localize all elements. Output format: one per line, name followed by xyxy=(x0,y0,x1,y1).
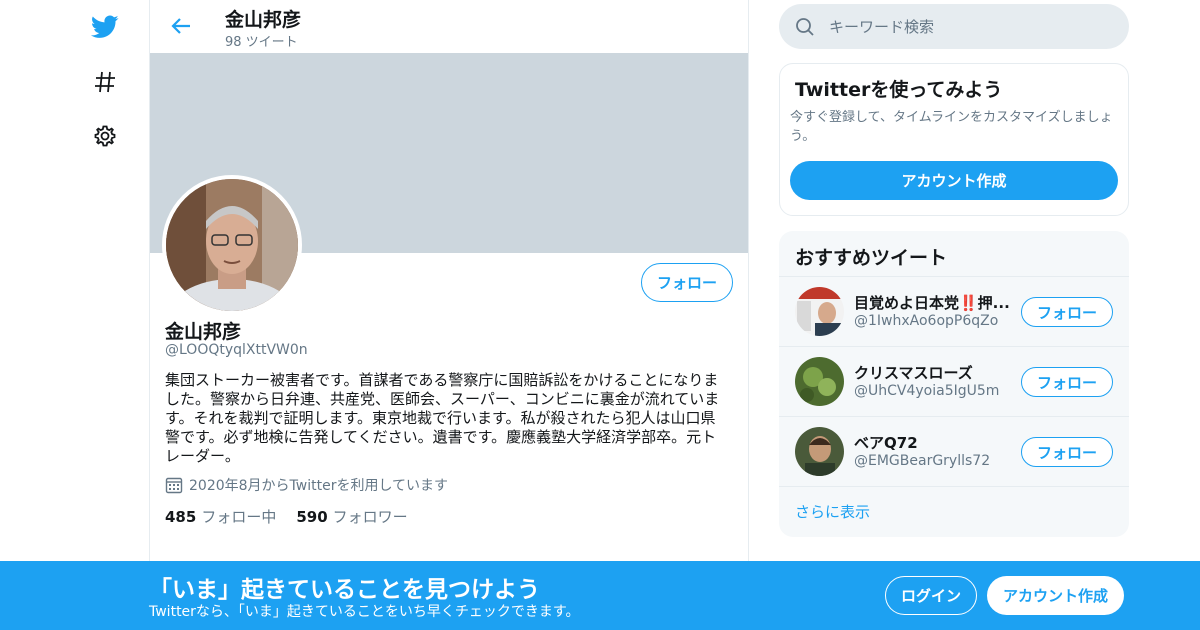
signup-card: Twitterを使ってみよう 今すぐ登録して、タイムラインをカスタマイズしましょ… xyxy=(779,63,1129,216)
signup-card-title: Twitterを使ってみよう xyxy=(795,79,1003,101)
back-arrow-icon[interactable] xyxy=(168,13,194,39)
bottom-bar-subtitle: Twitterなら、「いま」起きていることをいち早くチェックできます。 xyxy=(149,604,580,620)
calendar-icon xyxy=(165,476,183,494)
gear-icon[interactable] xyxy=(90,121,120,151)
follow-button[interactable]: フォロー xyxy=(641,263,733,302)
recommended-handle: @EMGBearGrylls72 xyxy=(854,453,991,469)
bottom-create-account-button[interactable]: アカウント作成 xyxy=(987,576,1124,615)
recommended-handle: @UhCV4yoia5IgU5m xyxy=(854,383,1000,399)
recommended-avatar[interactable] xyxy=(795,427,844,476)
recommended-follow-button[interactable]: フォロー xyxy=(1021,297,1113,327)
login-button[interactable]: ログイン xyxy=(885,576,977,615)
profile-column: 金山邦彦 98 ツイート フォロー 金山邦彦 @LOOQtyqlXttVW0n … xyxy=(149,0,749,630)
search-box[interactable] xyxy=(779,4,1129,49)
recommended-item[interactable]: ベアQ72 @EMGBearGrylls72 フォロー xyxy=(779,416,1129,486)
recommended-item[interactable]: クリスマスローズ @UhCV4yoia5IgU5m フォロー xyxy=(779,346,1129,416)
signup-card-description: 今すぐ登録して、タイムラインをカスタマイズしましょう。 xyxy=(790,110,1113,144)
hashtag-icon[interactable] xyxy=(90,67,120,97)
recommended-title: おすすめツイート xyxy=(795,247,948,269)
followers-label: フォロワー xyxy=(332,508,408,526)
profile-avatar[interactable] xyxy=(162,175,302,315)
recommended-item[interactable]: 目覚めよ日本党‼️押... @1IwhxAo6opP6qZo フォロー xyxy=(779,276,1129,346)
following-label: フォロー中 xyxy=(201,508,277,526)
recommended-handle: @1IwhxAo6opP6qZo xyxy=(854,313,999,329)
profile-name: 金山邦彦 xyxy=(165,321,242,343)
create-account-button[interactable]: アカウント作成 xyxy=(790,161,1118,200)
recommended-name: 目覚めよ日本党‼️押... xyxy=(854,294,1010,312)
profile-handle: @LOOQtyqlXttVW0n xyxy=(165,342,308,358)
header-name: 金山邦彦 xyxy=(225,9,302,31)
recommended-avatar[interactable] xyxy=(795,357,844,406)
profile-bio: 集団ストーカー被害者です。首謀者である警察庁に国賠訴訟をかけることになりました。… xyxy=(165,371,720,465)
left-nav xyxy=(80,0,130,630)
search-icon xyxy=(795,17,815,41)
followers-count: 590 xyxy=(296,508,328,526)
twitter-bird-icon[interactable] xyxy=(90,12,120,42)
follow-stats: 485 フォロー中 590 フォロワー xyxy=(165,506,428,527)
recommended-name: ベアQ72 xyxy=(854,434,918,452)
join-date-text: 2020年8月からTwitterを利用しています xyxy=(189,478,449,494)
following-link[interactable]: 485 フォロー中 xyxy=(165,506,276,527)
show-more-label: さらに表示 xyxy=(795,503,871,521)
bottom-bar-title: 「いま」起きていることを見つけよう xyxy=(149,577,540,603)
recommended-follow-button[interactable]: フォロー xyxy=(1021,367,1113,397)
recommended-name: クリスマスローズ xyxy=(854,364,973,382)
recommended-card: おすすめツイート 目覚めよ日本党‼️押... @1IwhxAo6opP6qZo … xyxy=(779,231,1129,537)
tweet-count: 98 ツイート xyxy=(225,35,298,50)
recommended-avatar[interactable] xyxy=(795,287,844,336)
followers-link[interactable]: 590 フォロワー xyxy=(296,506,407,527)
search-input[interactable] xyxy=(829,4,1119,49)
bottom-signup-bar: 「いま」起きていることを見つけよう Twitterなら、「いま」起きていることを… xyxy=(0,561,1200,630)
join-date: 2020年8月からTwitterを利用しています xyxy=(165,475,448,495)
recommended-follow-button[interactable]: フォロー xyxy=(1021,437,1113,467)
profile-header-bar: 金山邦彦 98 ツイート xyxy=(150,0,748,53)
following-count: 485 xyxy=(165,508,197,526)
show-more-link[interactable]: さらに表示 xyxy=(779,486,1129,537)
